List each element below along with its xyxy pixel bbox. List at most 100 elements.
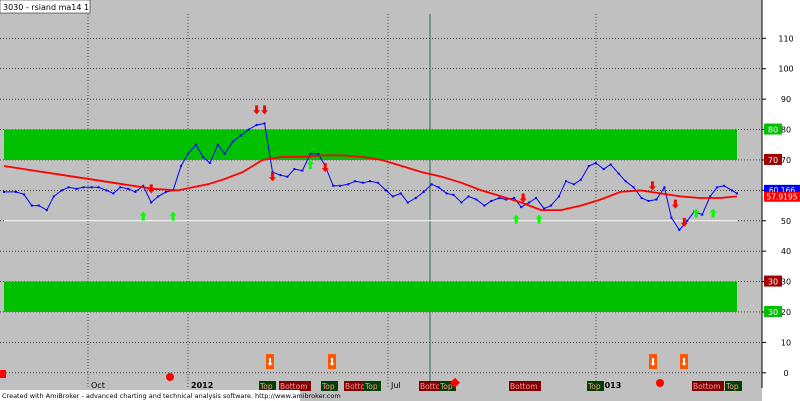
y-tick-label: 110: [778, 34, 793, 43]
rsi-point: [339, 184, 342, 187]
rsi-point: [609, 163, 612, 166]
rsi-point: [391, 195, 394, 198]
y-tick-label: 90: [781, 95, 791, 104]
rsi-point: [119, 186, 122, 189]
y-tick-label: 100: [778, 65, 793, 74]
rsi-point: [247, 128, 250, 131]
rsi-point: [663, 186, 666, 189]
rsi-point: [430, 183, 433, 186]
y-tick-label: 20: [781, 308, 791, 317]
rsi-point: [293, 168, 296, 171]
rsi-point: [572, 183, 575, 186]
rsi-point: [406, 201, 409, 204]
rsi-point: [45, 209, 48, 212]
band-label: 80: [768, 126, 778, 135]
rsi-point: [437, 186, 440, 189]
signal-label: Bottom: [510, 382, 538, 391]
rsi-point: [369, 180, 372, 183]
rsi-point: [422, 190, 425, 193]
rsi-point: [354, 180, 357, 183]
rsi-point: [22, 193, 25, 196]
rsi-point: [535, 196, 538, 199]
rsi-point: [75, 187, 78, 190]
rsi-point: [134, 190, 137, 193]
rsi-point: [286, 175, 289, 178]
y-tick-label: 40: [781, 247, 791, 256]
x-tick-label: Oct: [91, 381, 105, 390]
rsi-point: [579, 178, 582, 181]
rsi-point: [201, 155, 204, 158]
rsi-point: [90, 186, 93, 189]
rsi-point: [3, 190, 5, 193]
y-tick-label: 70: [781, 156, 791, 165]
y-tick-label: 50: [781, 217, 791, 226]
rsi-point: [82, 186, 85, 189]
rsi-point: [263, 122, 266, 125]
rsi-point: [105, 189, 108, 192]
signal-bands: [4, 129, 737, 312]
rsi-point: [223, 152, 226, 155]
rsi-point: [701, 213, 704, 216]
x-tick-label: Jul: [390, 381, 401, 390]
rsi-point: [716, 186, 719, 189]
rsi-point: [557, 195, 560, 198]
x-tick-label: 2012: [191, 381, 213, 390]
rsi-point: [347, 183, 350, 186]
rsi-point: [165, 190, 168, 193]
y-tick-label: 10: [781, 338, 791, 347]
signal-label: Top: [364, 382, 378, 391]
rsi-point: [452, 193, 455, 196]
rsi-point: [731, 189, 734, 192]
band-label: 30: [768, 278, 778, 287]
signal-label: Top: [725, 382, 739, 391]
rsi-point: [594, 161, 597, 164]
signal-label: Top: [587, 382, 601, 391]
y-tick-label: 80: [781, 126, 791, 135]
signal-label: Top: [321, 382, 335, 391]
signal-label: Bottom: [693, 382, 721, 391]
rsi-point: [194, 143, 197, 146]
last-value-label: 57.9195: [766, 193, 797, 202]
rsi-point: [640, 196, 643, 199]
rsi-point: [632, 186, 635, 189]
rsi-point: [208, 161, 211, 164]
rsi-point: [52, 195, 55, 198]
rsi-point: [362, 181, 365, 184]
rsi-point: [414, 196, 417, 199]
chart-title: 3030 - rsiand ma14 1: [3, 3, 89, 12]
rsi-point: [239, 134, 242, 137]
rsi-point: [498, 196, 501, 199]
rsi-point: [602, 168, 605, 171]
rsi-point: [655, 198, 658, 201]
rsi-point: [150, 201, 153, 204]
rsi-point: [678, 228, 681, 231]
dot-marker: [656, 379, 664, 387]
rsi-point: [37, 204, 40, 207]
rsi-point: [513, 196, 516, 199]
rsi-point: [112, 192, 115, 195]
rsi-point: [528, 201, 531, 204]
rsi-point: [467, 195, 470, 198]
rsi-point: [490, 200, 493, 202]
rsi-point: [97, 186, 100, 189]
band: [4, 129, 737, 160]
rsi-point: [279, 174, 282, 177]
rsi-point: [30, 204, 33, 207]
rsi-point: [180, 165, 183, 168]
rsi-point: [723, 184, 726, 187]
rsi-point: [475, 198, 478, 201]
signal-label: Top: [259, 382, 273, 391]
rsi-point: [127, 187, 130, 190]
band-label: 70: [768, 156, 778, 165]
rsi-point: [301, 169, 304, 172]
rsi-point: [332, 184, 335, 187]
rsi-point: [157, 195, 160, 198]
edge-marker: [0, 370, 6, 378]
rsi-point: [564, 180, 567, 183]
signal-label: Bottom: [280, 382, 308, 391]
rsi-point: [520, 206, 523, 209]
rsi-point: [460, 201, 463, 204]
rsi-point: [216, 143, 219, 146]
dot-marker: [166, 373, 174, 381]
y-axis: 01020304050607080901001108070303060.1665…: [761, 0, 800, 401]
